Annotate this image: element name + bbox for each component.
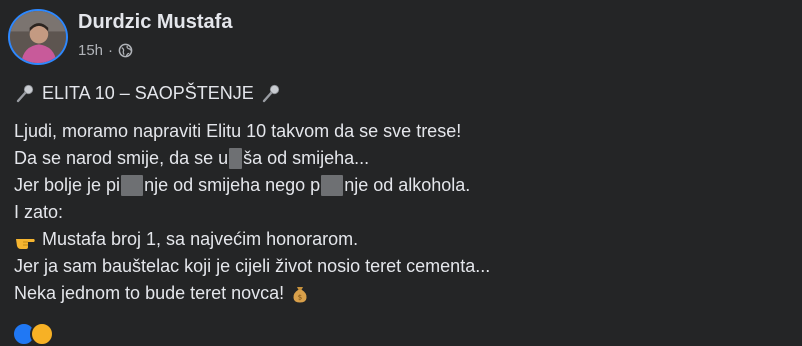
microphone-icon: [14, 82, 36, 104]
post-line: I zato:: [14, 199, 490, 226]
globe-icon[interactable]: [118, 43, 133, 58]
facebook-post: Durdzic Mustafa 15h · ELITA 10 – SAOPŠTE…: [0, 0, 802, 346]
post-line: Da se narod smije, da se u ša od smijeha…: [14, 145, 490, 172]
post-title-line: ELITA 10 – SAOPŠTENJE: [14, 82, 282, 104]
haha-reaction-icon: [30, 322, 54, 346]
post-text: Jer bolje je pi: [14, 175, 121, 195]
post-text: ša od smijeha...: [243, 148, 370, 168]
post-line: Jer bolje je pi nje od smijeha nego p nj…: [14, 172, 490, 199]
post-body: Ljudi, moramo napraviti Elitu 10 takvom …: [14, 118, 490, 307]
post-timestamp[interactable]: 15h: [78, 42, 103, 59]
post-text: Ljudi, moramo napraviti Elitu 10 takvom …: [14, 121, 462, 141]
post-title: ELITA 10 – SAOPŠTENJE: [42, 82, 254, 103]
meta-separator: ·: [108, 42, 114, 59]
post-text: Mustafa broj 1, sa najvećim honorarom.: [42, 229, 359, 249]
censor-block: [121, 175, 144, 196]
censor-block: [229, 148, 243, 169]
post-line: Mustafa broj 1, sa najvećim honorarom.: [14, 226, 490, 253]
post-text: nje od alkohola.: [344, 175, 471, 195]
money-bag-icon: $: [290, 284, 310, 304]
post-text: Da se narod smije, da se u: [14, 148, 229, 168]
author-name[interactable]: Durdzic Mustafa: [78, 11, 232, 34]
svg-text:$: $: [298, 293, 302, 301]
pointing-hand-icon: [14, 229, 36, 251]
post-text: nje od smijeha nego p: [144, 175, 321, 195]
censor-block: [321, 175, 344, 196]
post-line: Neka jednom to bude teret novca! $: [14, 280, 490, 307]
post-line: Jer ja sam bauštelac koji je cijeli živo…: [14, 253, 490, 280]
reaction-icons[interactable]: [12, 322, 54, 346]
author-avatar[interactable]: [8, 9, 68, 65]
post-line: Ljudi, moramo napraviti Elitu 10 takvom …: [14, 118, 490, 145]
post-text: Jer ja sam bauštelac koji je cijeli živo…: [14, 256, 491, 276]
post-text: I zato:: [14, 202, 64, 222]
microphone-icon: [260, 82, 282, 104]
avatar-photo: [10, 11, 66, 63]
post-meta: 15h ·: [78, 42, 133, 59]
post-text: Neka jednom to bude teret novca!: [14, 283, 285, 303]
